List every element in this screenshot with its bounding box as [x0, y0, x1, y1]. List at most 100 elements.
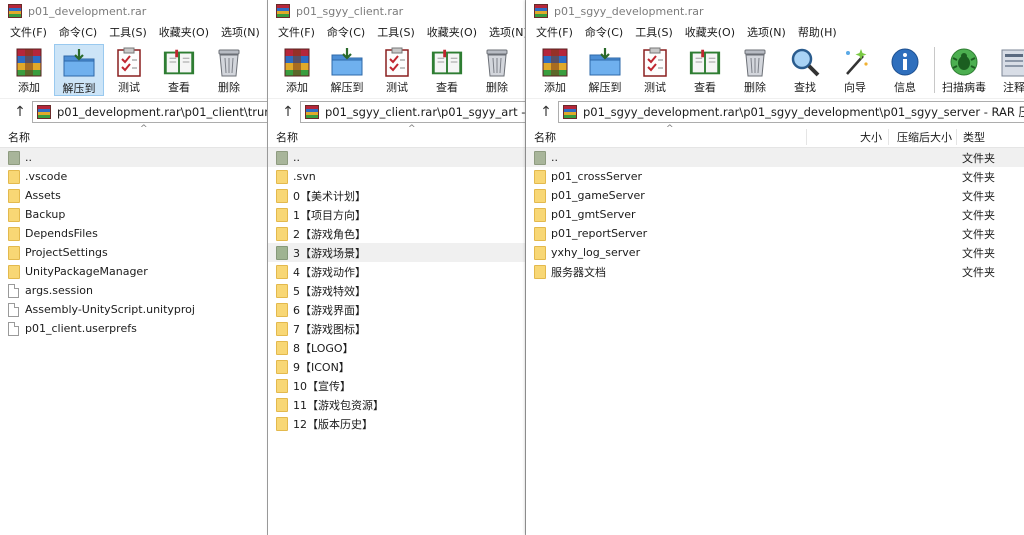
title-bar[interactable]: p01_sgyy_development.rar	[526, 0, 1024, 22]
menu-options[interactable]: 选项(N)	[741, 24, 792, 40]
list-item[interactable]: p01_client.userprefs	[0, 319, 267, 338]
list-item-type: 文件夹	[962, 189, 995, 203]
list-item[interactable]: args.session	[0, 281, 267, 300]
up-arrow-icon[interactable]: ↑	[276, 104, 300, 120]
up-arrow-icon[interactable]: ↑	[8, 104, 32, 120]
list-item[interactable]: 5【游戏特效】	[268, 281, 525, 300]
toolbar-button-extract-folder[interactable]: 解压到	[580, 44, 630, 96]
list-item[interactable]: 1【项目方向】	[268, 205, 525, 224]
up-arrow-icon[interactable]: ↑	[534, 104, 558, 120]
toolbar-button-add[interactable]: 添加	[272, 44, 322, 96]
list-item[interactable]: 9【ICON】	[268, 357, 525, 376]
column-header-name[interactable]: 名称	[268, 129, 525, 145]
test-icon	[638, 46, 672, 78]
menu-favorites[interactable]: 收藏夹(O)	[421, 24, 483, 40]
list-item[interactable]: Backup	[0, 205, 267, 224]
menu-commands[interactable]: 命令(C)	[579, 24, 629, 40]
add-icon	[12, 46, 46, 78]
sort-caret-icon: ^	[408, 124, 416, 134]
list-item[interactable]: ProjectSettings	[0, 243, 267, 262]
menu-file[interactable]: 文件(F)	[530, 24, 579, 40]
list-item-name: 7【游戏图标】	[293, 322, 366, 336]
list-item-name: 6【游戏界面】	[293, 303, 366, 317]
toolbar-button-test[interactable]: 测试	[372, 44, 422, 96]
toolbar-button-virus-scan[interactable]: 扫描病毒	[939, 44, 989, 96]
list-item[interactable]: p01_crossServer 文件夹	[526, 167, 1024, 186]
column-header-name[interactable]: 名称	[0, 129, 267, 145]
list-item[interactable]: .vscode	[0, 167, 267, 186]
list-item[interactable]: p01_gmtServer 文件夹	[526, 205, 1024, 224]
list-item-name: 4【游戏动作】	[293, 265, 366, 279]
list-item[interactable]: 服务器文档 文件夹	[526, 262, 1024, 281]
menu-help[interactable]: 帮助(H)	[792, 24, 843, 40]
folder-icon	[276, 340, 288, 355]
menu-commands[interactable]: 命令(C)	[321, 24, 371, 40]
menu-file[interactable]: 文件(F)	[272, 24, 321, 40]
list-item[interactable]: 3【游戏场景】	[268, 243, 525, 262]
address-path-field[interactable]: p01_sgyy_client.rar\p01_sgyy_art - RAR	[300, 100, 525, 123]
list-item[interactable]: DependsFiles	[0, 224, 267, 243]
toolbar-button-wizard-wand[interactable]: 向导	[830, 44, 880, 96]
toolbar-button-extract-folder[interactable]: 解压到	[322, 44, 372, 96]
menu-tools[interactable]: 工具(S)	[629, 24, 679, 40]
menu-commands[interactable]: 命令(C)	[53, 24, 103, 40]
menu-favorites[interactable]: 收藏夹(O)	[679, 24, 741, 40]
toolbar-button-view-book[interactable]: 查看	[154, 44, 204, 96]
toolbar-button-find-magnifier[interactable]: 查找	[780, 44, 830, 96]
toolbar-button-view-book[interactable]: 查看	[680, 44, 730, 96]
list-item[interactable]: ..	[268, 148, 525, 167]
title-bar[interactable]: p01_development.rar	[0, 0, 267, 22]
list-item[interactable]: yxhy_log_server 文件夹	[526, 243, 1024, 262]
file-icon	[8, 302, 19, 317]
list-header: ^ 名称	[0, 124, 267, 148]
list-item[interactable]: 0【美术计划】	[268, 186, 525, 205]
toolbar-button-info[interactable]: 信息	[880, 44, 930, 96]
menu-file[interactable]: 文件(F)	[4, 24, 53, 40]
list-item[interactable]: 2【游戏角色】	[268, 224, 525, 243]
list-item[interactable]: ..	[0, 148, 267, 167]
toolbar-button-delete-trash[interactable]: 删除	[730, 44, 780, 96]
address-path-field[interactable]: p01_sgyy_development.rar\p01_sgyy_develo…	[558, 100, 1024, 123]
menu-favorites[interactable]: 收藏夹(O)	[153, 24, 215, 40]
list-item[interactable]: .. 文件夹	[526, 148, 1024, 167]
menu-tools[interactable]: 工具(S)	[103, 24, 153, 40]
toolbar-button-add[interactable]: 添加	[4, 44, 54, 96]
folder-icon	[8, 264, 20, 279]
test-icon	[380, 46, 414, 78]
list-item[interactable]: p01_reportServer 文件夹	[526, 224, 1024, 243]
toolbar-button-view-book[interactable]: 查看	[422, 44, 472, 96]
column-header-size[interactable]: 大小	[806, 128, 888, 145]
list-item[interactable]: Assembly-UnityScript.unityproj	[0, 300, 267, 319]
toolbar-button-comment[interactable]: 注释	[989, 44, 1024, 96]
toolbar-button-delete-trash[interactable]: 删除	[472, 44, 522, 96]
menu-options[interactable]: 选项(N)	[215, 24, 266, 40]
toolbar-button-add[interactable]: 添加	[530, 44, 580, 96]
parent-folder-icon	[534, 150, 546, 165]
list-item[interactable]: 7【游戏图标】	[268, 319, 525, 338]
window-title: p01_sgyy_development.rar	[554, 4, 704, 18]
column-header-type[interactable]: 类型	[956, 128, 1024, 145]
list-item[interactable]: .svn	[268, 167, 525, 186]
list-item[interactable]: 6【游戏界面】	[268, 300, 525, 319]
list-item[interactable]: 11【游戏包资源】	[268, 395, 525, 414]
list-item[interactable]: 12【版本历史】	[268, 414, 525, 433]
toolbar-button-extract-folder[interactable]: 解压到	[54, 44, 104, 96]
list-item[interactable]: 4【游戏动作】	[268, 262, 525, 281]
address-path-field[interactable]: p01_development.rar\p01_client\trunk	[32, 100, 267, 123]
toolbar-button-test[interactable]: 测试	[630, 44, 680, 96]
toolbar-button-label: 查看	[168, 81, 190, 94]
column-header-packed-size[interactable]: 压缩后大小	[888, 128, 956, 145]
toolbar-button-test[interactable]: 测试	[104, 44, 154, 96]
menu-options[interactable]: 选项(N)	[483, 24, 525, 40]
folder-icon	[534, 226, 546, 241]
toolbar-button-delete-trash[interactable]: 删除	[204, 44, 254, 96]
list-item[interactable]: 8【LOGO】	[268, 338, 525, 357]
list-item[interactable]: 10【宣传】	[268, 376, 525, 395]
list-item[interactable]: UnityPackageManager	[0, 262, 267, 281]
list-item-name: ProjectSettings	[25, 246, 108, 259]
list-item[interactable]: p01_gameServer 文件夹	[526, 186, 1024, 205]
menu-tools[interactable]: 工具(S)	[371, 24, 421, 40]
folder-icon	[534, 245, 546, 260]
title-bar[interactable]: p01_sgyy_client.rar	[268, 0, 525, 22]
list-item[interactable]: Assets	[0, 186, 267, 205]
